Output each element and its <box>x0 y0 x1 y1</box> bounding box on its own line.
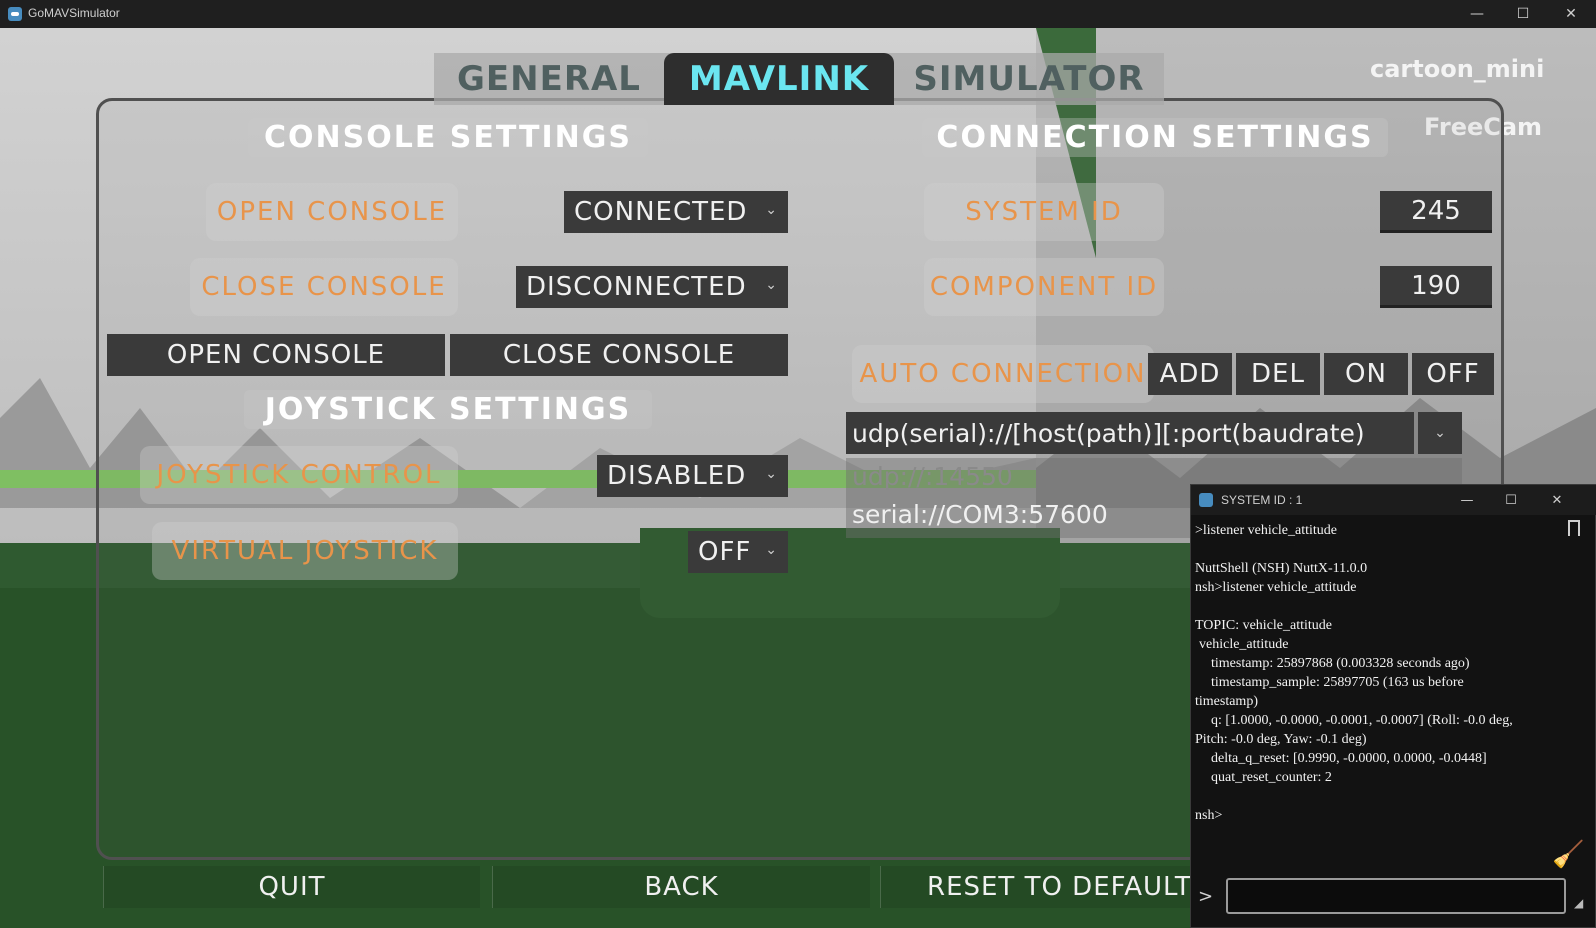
open-console-button[interactable]: OPEN CONSOLE <box>107 334 445 376</box>
joystick-control-label: JOYSTICK CONTROL <box>140 446 458 504</box>
chevron-down-icon: ⌄ <box>765 542 778 558</box>
connection-settings-title: CONNECTION SETTINGS <box>922 118 1388 157</box>
connection-item[interactable]: udp://:14550 <box>852 462 1013 491</box>
console-line: NuttShell (NSH) NuttX-11.0.0 <box>1195 561 1368 576</box>
close-console-label: CLOSE CONSOLE <box>190 258 458 316</box>
tab-simulator[interactable]: SIMULATOR <box>894 53 1164 105</box>
add-connection-button[interactable]: ADD <box>1148 353 1232 395</box>
console-line: q: [1.0000, -0.0000, -0.0001, -0.0007] (… <box>1211 713 1513 728</box>
console-line: Pitch: -0.0 deg, Yaw: -0.1 deg) <box>1195 732 1367 747</box>
auto-connection-label: AUTO CONNECTION <box>852 345 1154 403</box>
console-title-bar: SYSTEM ID : 1 — ☐ ✕ <box>1191 485 1596 515</box>
maximize-button[interactable]: ☐ <box>1500 0 1546 28</box>
console-line: nsh> <box>1195 808 1223 823</box>
virtual-joystick-dropdown[interactable]: OFF ⌄ <box>688 531 788 573</box>
minimize-button[interactable]: — <box>1454 0 1500 28</box>
tab-general[interactable]: GENERAL <box>434 53 664 105</box>
open-console-dropdown[interactable]: CONNECTED ⌄ <box>564 191 788 233</box>
console-line: delta_q_reset: [0.9990, -0.0000, 0.0000,… <box>1211 751 1487 766</box>
map-name: cartoon_mini <box>1370 55 1545 83</box>
console-settings-title: CONSOLE SETTINGS <box>248 118 648 157</box>
window-title-bar: GoMAVSimulator — ☐ ✕ <box>0 0 1596 28</box>
resize-grip-icon[interactable]: ◢ <box>1574 896 1583 910</box>
back-button[interactable]: BACK <box>492 866 870 908</box>
joystick-control-value: DISABLED <box>607 461 747 491</box>
connection-url-input[interactable]: udp(serial)://[host(path)][:port(baudrat… <box>846 412 1414 454</box>
close-button[interactable]: ✕ <box>1548 0 1594 28</box>
auto-connection-off-button[interactable]: OFF <box>1412 353 1494 395</box>
component-id-label: COMPONENT ID <box>924 258 1164 316</box>
open-console-label: OPEN CONSOLE <box>206 183 458 241</box>
console-line: nsh>listener vehicle_attitude <box>1195 580 1357 595</box>
chevron-down-icon: ⌄ <box>765 277 778 293</box>
console-title: SYSTEM ID : 1 <box>1221 493 1303 507</box>
component-id-field[interactable]: 190 <box>1380 266 1492 308</box>
console-line: timestamp_sample: 25897705 (163 us befor… <box>1211 675 1464 690</box>
console-line: vehicle_attitude <box>1199 637 1289 652</box>
delete-connection-button[interactable]: DEL <box>1236 353 1320 395</box>
virtual-joystick-value: OFF <box>698 537 752 567</box>
console-output: >listener vehicle_attitude NuttShell (NS… <box>1195 521 1567 825</box>
close-console-button[interactable]: CLOSE CONSOLE <box>450 334 788 376</box>
console-line: >listener vehicle_attitude <box>1195 523 1338 538</box>
console-line: timestamp: 25897868 (0.003328 seconds ag… <box>1211 656 1470 671</box>
console-line: timestamp) <box>1195 694 1258 709</box>
bookmark-icon[interactable] <box>1568 520 1580 538</box>
console-line: TOPIC: vehicle_attitude <box>1195 618 1332 633</box>
joystick-control-dropdown[interactable]: DISABLED ⌄ <box>597 455 788 497</box>
prompt-chevron-icon: > <box>1198 886 1214 907</box>
chevron-down-icon[interactable]: ⌄ <box>1418 412 1462 454</box>
system-id-field[interactable]: 245 <box>1380 191 1492 233</box>
console-minimize-button[interactable]: — <box>1447 485 1487 515</box>
console-close-button[interactable]: ✕ <box>1537 485 1577 515</box>
settings-tabs: GENERAL MAVLINK SIMULATOR <box>434 53 1164 105</box>
close-console-dropdown[interactable]: DISCONNECTED ⌄ <box>516 266 788 308</box>
chevron-down-icon: ⌄ <box>765 202 778 218</box>
joystick-settings-title: JOYSTICK SETTINGS <box>244 390 652 429</box>
tab-mavlink[interactable]: MAVLINK <box>664 53 894 105</box>
virtual-joystick-label: VIRTUAL JOYSTICK <box>152 522 458 580</box>
close-console-value: DISCONNECTED <box>526 272 747 302</box>
connection-item[interactable]: serial://COM3:57600 <box>852 500 1108 529</box>
chevron-down-icon: ⌄ <box>765 466 778 482</box>
window-title: GoMAVSimulator <box>28 6 120 20</box>
reset-to-default-button[interactable]: RESET TO DEFAULT <box>880 866 1210 908</box>
quit-button[interactable]: QUIT <box>103 866 480 908</box>
godot-app-icon <box>1199 493 1213 507</box>
console-window: SYSTEM ID : 1 — ☐ ✕ >listener vehicle_at… <box>1190 484 1596 928</box>
console-command-input[interactable] <box>1226 878 1566 914</box>
godot-app-icon <box>8 7 22 21</box>
system-id-label: SYSTEM ID <box>924 183 1164 241</box>
auto-connection-on-button[interactable]: ON <box>1324 353 1408 395</box>
console-maximize-button[interactable]: ☐ <box>1491 485 1531 515</box>
console-line: quat_reset_counter: 2 <box>1211 770 1332 785</box>
clear-broom-icon[interactable]: 🧹 <box>1552 840 1584 870</box>
open-console-value: CONNECTED <box>574 197 748 227</box>
